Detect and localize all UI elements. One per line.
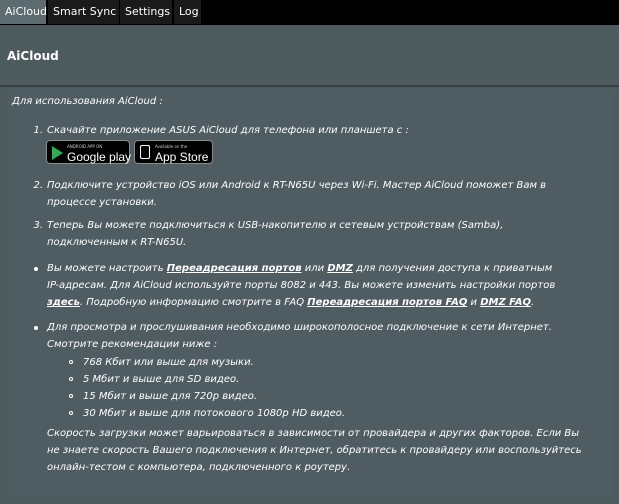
sub-bullet-icon xyxy=(69,411,73,415)
phone-icon xyxy=(140,145,150,159)
sub-bullet-icon xyxy=(69,377,73,381)
step-number: 3. xyxy=(33,220,43,231)
dmz-faq-link[interactable]: DMZ FAQ xyxy=(480,297,531,308)
step-1: 1. Скачайте приложение ASUS AiCloud для … xyxy=(7,122,613,139)
step-text: Скачайте приложение ASUS AiCloud для тел… xyxy=(47,125,409,136)
step-text-line-2: процессе установки. xyxy=(47,197,157,208)
bullet-line-2: Смотрите рекомендации ниже : xyxy=(47,339,218,350)
port-forwarding-faq-link[interactable]: Переадресация портов FAQ xyxy=(307,297,467,308)
recommendation-item: 768 Кбит или выше для музыки. xyxy=(83,357,254,368)
google-play-badge[interactable]: ANDROID APP ON Google play xyxy=(46,140,132,164)
bullet-icon xyxy=(34,267,38,271)
content-panel: Для использования AiCloud : 1. Скачайте … xyxy=(7,89,613,497)
bullet-line-1: Для просмотра и прослушивания необходимо… xyxy=(47,322,552,333)
step-2: 2. Подключите устройство iOS или Android… xyxy=(7,177,613,211)
sub-bullet-icon xyxy=(69,360,73,364)
footnote-line-1: Скорость загрузки может варьироваться в … xyxy=(47,428,580,439)
app-store-badge[interactable]: Available on the App Store xyxy=(134,140,213,164)
tab-aicloud[interactable]: AiCloud xyxy=(0,0,47,24)
google-play-icon xyxy=(52,146,63,160)
dmz-link[interactable]: DMZ xyxy=(327,263,353,274)
google-play-label: Google play xyxy=(67,150,132,164)
app-store-small-label: Available on the xyxy=(155,144,188,149)
step-number: 2. xyxy=(33,180,43,191)
tab-bar: AiCloud Smart Sync Settings Log xyxy=(0,0,619,25)
step-text-line-1: Теперь Вы можете подключиться к USB-нако… xyxy=(47,220,504,231)
step-3: 3. Теперь Вы можете подключиться к USB-н… xyxy=(7,217,613,251)
here-link[interactable]: здесь xyxy=(47,297,80,308)
google-play-small-label: ANDROID APP ON xyxy=(67,144,103,149)
bullet-icon xyxy=(34,326,38,330)
footnote-line-2: не знаете скорость Вашего подключения к … xyxy=(47,445,582,456)
tab-log[interactable]: Log xyxy=(174,0,201,24)
tab-smart-sync[interactable]: Smart Sync xyxy=(48,0,119,24)
app-store-label: App Store xyxy=(155,150,209,164)
page-title: AiCloud xyxy=(7,49,59,63)
recommendation-item: 5 Мбит и выше для SD видео. xyxy=(83,374,240,385)
port-forwarding-link[interactable]: Переадресация портов xyxy=(167,263,302,274)
sub-bullet-icon xyxy=(69,394,73,398)
recommendation-item: 15 Мбит и выше для 720p видео. xyxy=(83,391,258,402)
step-number: 1. xyxy=(33,125,43,136)
bullet-line-2: IP-адресам. Для AiCloud используйте порт… xyxy=(47,280,556,291)
step-text-line-2: подключенным к RT-N65U. xyxy=(47,237,187,248)
page-header: AiCloud xyxy=(0,25,619,88)
step-text-line-1: Подключите устройство iOS или Android к … xyxy=(47,180,547,191)
footnote-line-3: онлайн-тестом с компьютера, подключенног… xyxy=(47,462,351,473)
header-divider xyxy=(0,85,619,87)
bullet-port-forwarding: Вы можете настроить Переадресация портов… xyxy=(7,260,613,312)
bullet-line-3: здесь. Подробную информацию смотрите в F… xyxy=(47,297,535,308)
recommendation-item: 30 Мбит и выше для потокового 1080p HD в… xyxy=(83,408,346,419)
tab-settings[interactable]: Settings xyxy=(120,0,172,24)
intro-text: Для использования AiCloud : xyxy=(12,96,163,107)
bullet-bandwidth: Для просмотра и прослушивания необходимо… xyxy=(7,319,613,479)
bullet-line-1: Вы можете настроить Переадресация портов… xyxy=(47,263,553,274)
